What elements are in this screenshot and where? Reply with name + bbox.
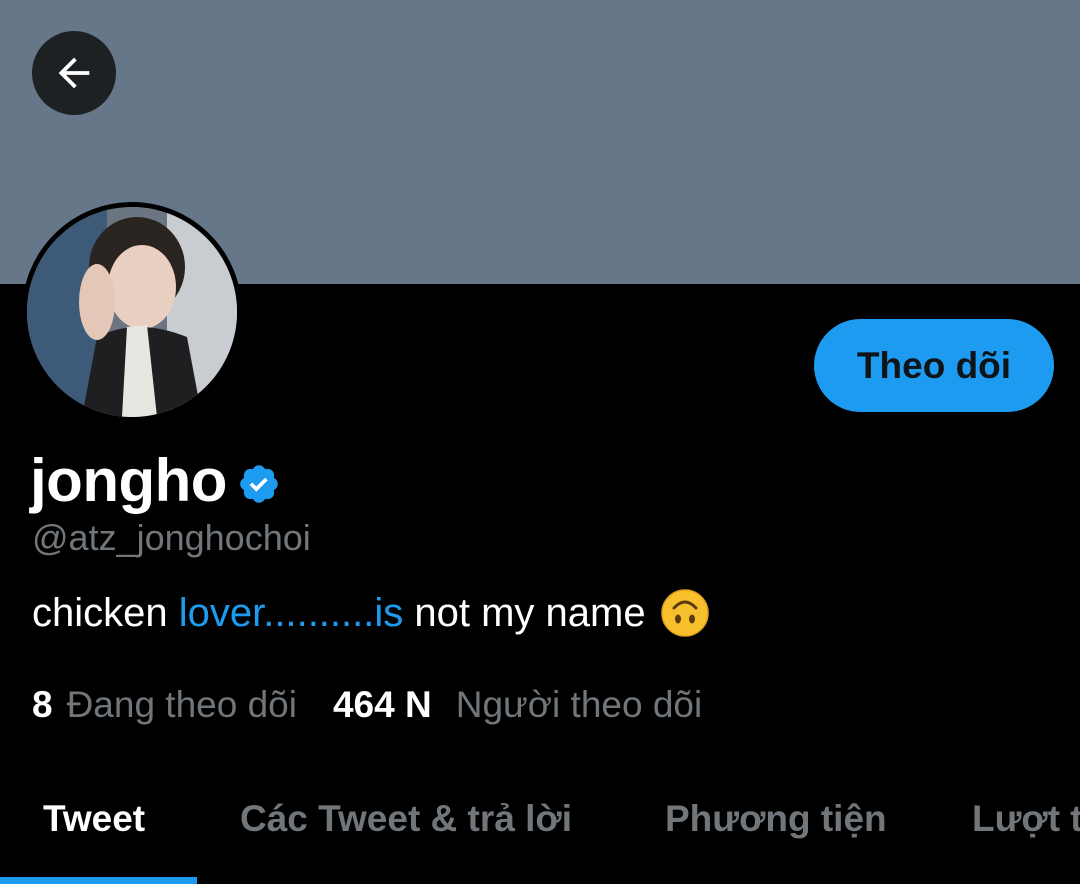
tab-likes[interactable]: Lượt t xyxy=(972,798,1080,840)
bio-text-prefix: chicken xyxy=(32,590,179,635)
follow-button[interactable]: Theo dõi xyxy=(814,319,1054,412)
bio-text-suffix: not my name xyxy=(403,590,646,635)
tab-media[interactable]: Phương tiện xyxy=(665,798,887,840)
followers-count: 464 N xyxy=(332,684,432,725)
followers-label: Người theo dõi xyxy=(455,684,703,725)
tab-tweets-and-replies[interactable]: Các Tweet & trả lời xyxy=(240,798,572,840)
following-label: Đang theo dõi xyxy=(66,684,297,725)
profile-bio: chicken lover..........is not my name xyxy=(32,588,710,638)
arrow-left-icon xyxy=(58,57,90,89)
active-tab-indicator xyxy=(0,877,197,884)
back-button[interactable] xyxy=(32,31,116,115)
bio-link[interactable]: lover..........is xyxy=(179,591,404,636)
verified-badge-icon xyxy=(240,464,278,503)
profile-avatar[interactable] xyxy=(22,202,242,422)
profile-handle: @atz_jonghochoi xyxy=(32,517,311,558)
profile-tabs: Tweet Các Tweet & trả lời Phương tiện Lư… xyxy=(0,770,1080,884)
profile-stats: 8 Đang theo dõi 464 N Người theo dõi xyxy=(32,684,702,726)
upside-down-face-emoji xyxy=(660,589,709,637)
tab-tweet[interactable]: Tweet xyxy=(43,798,145,840)
following-link[interactable]: 8 Đang theo dõi xyxy=(32,684,297,726)
following-count: 8 xyxy=(32,684,53,725)
avatar-image xyxy=(27,207,237,417)
followers-link[interactable]: 464 N Người theo dõi xyxy=(333,684,702,726)
display-name: jongho xyxy=(30,447,227,514)
name-row: jongho xyxy=(30,446,281,515)
